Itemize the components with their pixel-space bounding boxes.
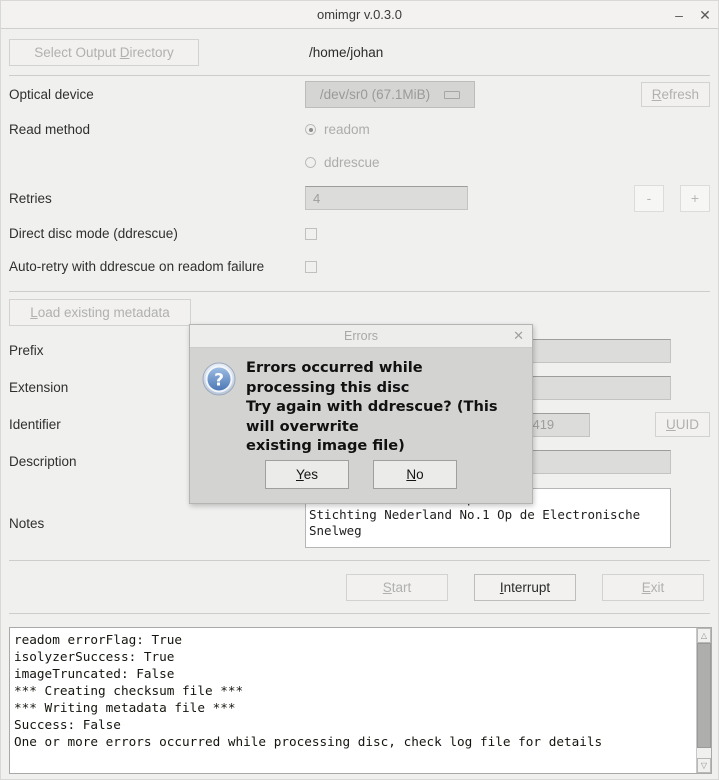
optical-device-value: /dev/sr0 (67.1MiB) xyxy=(320,87,430,102)
retries-row: Retries 4 - + xyxy=(1,179,718,217)
window-controls: – ✕ xyxy=(672,1,712,28)
exit-label: Exit xyxy=(642,580,665,595)
optical-device-select[interactable]: /dev/sr0 (67.1MiB) xyxy=(305,81,475,108)
direct-disc-mode-checkbox[interactable] xyxy=(305,228,317,240)
interrupt-label: Interrupt xyxy=(500,580,550,595)
retries-increment-label: + xyxy=(691,190,699,206)
dialog-body: ? Errors occurred while processing this … xyxy=(190,348,532,456)
log-output-text: readom errorFlag: True isolyzerSuccess: … xyxy=(10,628,696,773)
radio-readom[interactable]: readom xyxy=(305,122,370,137)
close-icon[interactable]: ✕ xyxy=(698,8,712,22)
read-method-label: Read method xyxy=(9,122,305,137)
dialog-buttons: Yes No xyxy=(190,460,532,489)
direct-disc-mode-label: Direct disc mode (ddrescue) xyxy=(9,226,305,241)
divider-log-top xyxy=(9,613,710,614)
exit-button[interactable]: Exit xyxy=(602,574,704,601)
scrollbar-thumb[interactable] xyxy=(697,643,711,748)
omimgr-window: omimgr v.0.3.0 – ✕ Select Output Directo… xyxy=(0,0,719,780)
uuid-button[interactable]: UUID xyxy=(655,412,710,437)
select-output-directory-button[interactable]: Select Output Directory xyxy=(9,39,199,66)
question-mark-icon: ? xyxy=(202,358,240,456)
refresh-button[interactable]: Refresh xyxy=(641,82,710,107)
output-directory-row: Select Output Directory /home/johan xyxy=(1,29,718,75)
load-existing-metadata-button[interactable]: Load existing metadata xyxy=(9,299,191,326)
output-path-value: /home/johan xyxy=(309,45,383,60)
refresh-label: Refresh xyxy=(652,87,699,102)
auto-retry-checkbox[interactable] xyxy=(305,261,317,273)
title-bar: omimgr v.0.3.0 – ✕ xyxy=(1,1,718,29)
interrupt-button[interactable]: Interrupt xyxy=(474,574,576,601)
retries-decrement-label: - xyxy=(647,190,652,206)
radio-readom-label: readom xyxy=(324,122,370,137)
dialog-yes-label: Yes xyxy=(296,467,318,482)
dialog-title-bar: Errors ✕ xyxy=(190,325,532,348)
radio-dot-icon xyxy=(305,124,316,135)
read-method-row: Read method readom xyxy=(1,113,718,146)
retries-value: 4 xyxy=(313,191,320,206)
radio-ddrescue-label: ddrescue xyxy=(324,155,380,170)
load-existing-metadata-label: Load existing metadata xyxy=(30,305,170,320)
dialog-close-icon[interactable]: ✕ xyxy=(513,328,524,344)
optical-device-label: Optical device xyxy=(9,87,305,102)
dialog-no-label: No xyxy=(406,467,423,482)
dialog-message: Errors occurred while processing this di… xyxy=(240,358,498,456)
dialog-yes-button[interactable]: Yes xyxy=(265,460,349,489)
retries-decrement-button[interactable]: - xyxy=(634,185,664,212)
log-output-panel: readom errorFlag: True isolyzerSuccess: … xyxy=(9,627,712,774)
optical-device-row: Optical device /dev/sr0 (67.1MiB) Refres… xyxy=(1,76,718,113)
window-title: omimgr v.0.3.0 xyxy=(317,7,402,22)
errors-dialog: Errors ✕ xyxy=(189,324,533,504)
direct-disc-mode-row: Direct disc mode (ddrescue) xyxy=(1,217,718,250)
svg-text:?: ? xyxy=(214,371,224,391)
uuid-label: UUID xyxy=(666,417,699,432)
start-label: Start xyxy=(383,580,412,595)
log-scrollbar[interactable]: △ ▽ xyxy=(696,628,711,773)
retries-increment-button[interactable]: + xyxy=(680,185,710,212)
auto-retry-label: Auto-retry with ddrescue on readom failu… xyxy=(9,259,305,274)
scroll-up-arrow-icon[interactable]: △ xyxy=(697,628,711,643)
dialog-no-button[interactable]: No xyxy=(373,460,457,489)
scroll-down-arrow-icon[interactable]: ▽ xyxy=(697,758,711,773)
minimize-icon[interactable]: – xyxy=(672,8,686,22)
read-method-row-2: ddrescue xyxy=(1,146,718,179)
start-button[interactable]: Start xyxy=(346,574,448,601)
dialog-title: Errors xyxy=(344,329,378,343)
retries-label: Retries xyxy=(9,191,305,206)
action-bar: Start Interrupt Exit xyxy=(1,561,718,613)
radio-dot-icon xyxy=(305,157,316,168)
scrollbar-track[interactable] xyxy=(697,748,711,758)
dropdown-indicator-icon xyxy=(444,91,460,99)
retries-input[interactable]: 4 xyxy=(305,186,468,210)
select-output-directory-label: Select Output Directory xyxy=(34,45,174,60)
auto-retry-row: Auto-retry with ddrescue on readom failu… xyxy=(1,250,718,283)
radio-ddrescue[interactable]: ddrescue xyxy=(305,155,380,170)
